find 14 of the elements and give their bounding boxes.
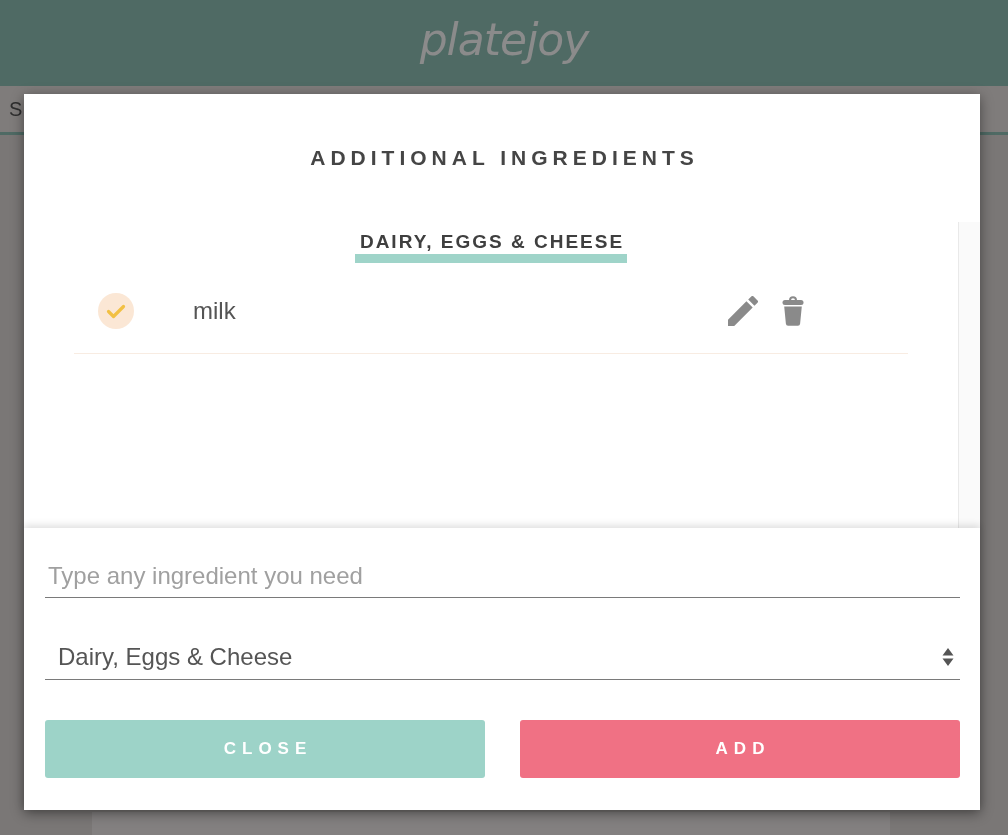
- ingredient-name: milk: [193, 296, 237, 326]
- scrollbar[interactable]: [958, 222, 980, 528]
- nav-tab[interactable]: S: [9, 97, 23, 121]
- modal-title: ADDITIONAL INGREDIENTS: [309, 145, 699, 171]
- sort-arrows-icon: [942, 646, 954, 668]
- pencil-icon[interactable]: [728, 296, 758, 326]
- add-button[interactable]: ADD: [520, 720, 960, 778]
- check-icon[interactable]: [98, 293, 134, 329]
- ingredient-input[interactable]: Type any ingredient you need: [45, 554, 960, 598]
- close-button[interactable]: CLOSE: [45, 720, 485, 778]
- logo[interactable]: platejoy: [419, 12, 589, 68]
- trash-icon[interactable]: [781, 296, 805, 326]
- category-select[interactable]: Dairy, Eggs & Cheese: [45, 635, 960, 680]
- section-heading: DAIRY, EGGS & CHEESE: [354, 230, 628, 263]
